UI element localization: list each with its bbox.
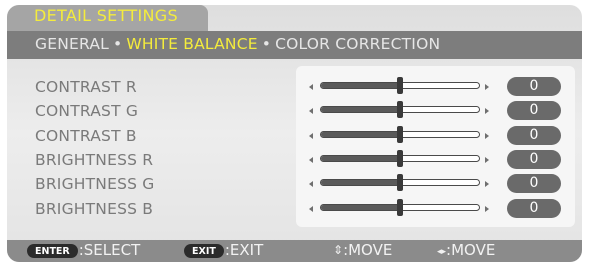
arrow-left-icon[interactable] (309, 205, 313, 212)
arrow-left-icon[interactable] (309, 132, 313, 139)
detail-settings-panel: DETAIL SETTINGS GENERAL • WHITE BALANCE • CO… (7, 5, 582, 262)
arrow-left-icon[interactable] (309, 156, 313, 163)
slider-fill (321, 180, 400, 186)
slider-thumb[interactable] (397, 198, 403, 216)
value-display: 0 (507, 77, 561, 96)
hint-move-horizontal: ◂▸:MOVE (437, 241, 495, 259)
setting-label: BRIGHTNESS G (35, 175, 155, 194)
arrow-right-icon[interactable] (485, 181, 489, 188)
setting-label: CONTRAST G (35, 102, 139, 121)
slider-thumb[interactable] (397, 77, 403, 94)
slider-thumb[interactable] (397, 101, 403, 119)
setting-row[interactable]: BRIGHTNESS B 0 (7, 198, 582, 222)
slider-thumb[interactable] (397, 125, 403, 143)
setting-row[interactable]: CONTRAST B 0 (7, 125, 582, 149)
move-horizontal-label: :MOVE (446, 241, 496, 259)
value-display: 0 (507, 101, 561, 121)
up-down-arrow-icon: ⇕ (333, 243, 344, 257)
slider-thumb[interactable] (397, 149, 403, 167)
slider-fill (321, 83, 400, 88)
setting-row[interactable]: CONTRAST G 0 (7, 100, 582, 124)
value-display: 0 (507, 149, 561, 169)
arrow-right-icon[interactable] (485, 84, 489, 90)
setting-label: BRIGHTNESS B (35, 199, 154, 218)
tab-white-balance[interactable]: WHITE BALANCE (126, 35, 257, 53)
arrow-left-icon[interactable] (309, 84, 313, 90)
enter-key-badge: ENTER (27, 244, 78, 258)
arrow-right-icon[interactable] (485, 108, 489, 115)
setting-row[interactable]: BRIGHTNESS R 0 (7, 149, 582, 173)
exit-hint-label: :EXIT (224, 241, 264, 259)
menu-title: DETAIL SETTINGS (34, 6, 178, 25)
menu-title-tab: DETAIL SETTINGS (7, 5, 208, 31)
footer-hints: ENTER:SELECT EXIT:EXIT ⇕:MOVE ◂▸:MOVE (7, 240, 582, 262)
setting-label: CONTRAST B (35, 126, 137, 145)
value-display: 0 (507, 174, 561, 194)
setting-label: BRIGHTNESS R (35, 150, 154, 169)
slider-fill (321, 204, 400, 210)
select-hint-label: :SELECT (78, 241, 141, 259)
hint-select: ENTER:SELECT (27, 241, 140, 259)
hint-exit: EXIT:EXIT (184, 241, 263, 259)
setting-label: CONTRAST R (35, 78, 137, 96)
slider-fill (321, 155, 400, 161)
move-vertical-label: :MOVE (343, 241, 393, 259)
slider-fill (321, 131, 400, 137)
value-display: 0 (507, 125, 561, 145)
arrow-left-icon[interactable] (309, 108, 313, 115)
slider-fill (321, 107, 400, 113)
arrow-right-icon[interactable] (485, 132, 489, 139)
tab-color-correction[interactable]: COLOR CORRECTION (275, 35, 440, 53)
tab-separator: • (261, 35, 272, 53)
setting-row[interactable]: CONTRAST R 0 (7, 76, 582, 100)
slider-thumb[interactable] (397, 174, 403, 192)
value-display: 0 (507, 198, 561, 218)
arrow-left-icon[interactable] (309, 181, 313, 188)
tab-general[interactable]: GENERAL (35, 35, 109, 53)
tab-separator: • (112, 35, 123, 53)
exit-key-badge: EXIT (184, 244, 224, 258)
hint-move-vertical: ⇕:MOVE (333, 241, 392, 259)
arrow-right-icon[interactable] (485, 156, 489, 163)
arrow-right-icon[interactable] (485, 205, 489, 212)
tab-row: GENERAL • WHITE BALANCE • COLOR CORRECTION (35, 35, 440, 53)
left-right-arrow-icon: ◂▸ (437, 247, 447, 257)
setting-row[interactable]: BRIGHTNESS G 0 (7, 173, 582, 197)
